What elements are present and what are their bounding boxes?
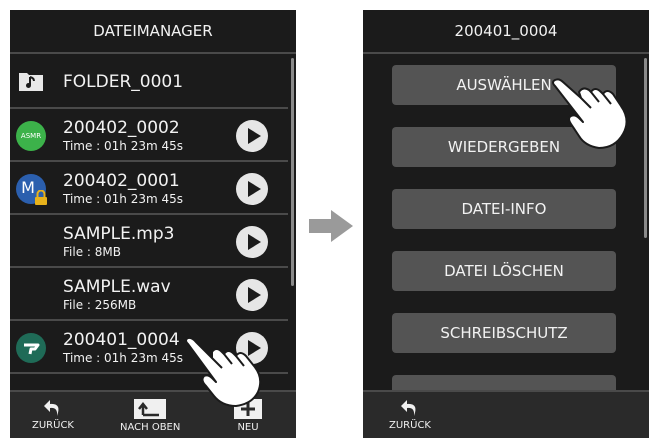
list-item-file[interactable]: SAMPLE.mp3 File : 8MB (10, 215, 288, 268)
page-title: DATEIMANAGER (10, 10, 296, 54)
file-name: SAMPLE.wav (63, 277, 171, 297)
arrow-right-icon (309, 208, 353, 249)
file-name: 200402_0002 (63, 118, 180, 138)
page-title: 200401_0004 (363, 10, 649, 54)
folder-up-icon (134, 399, 167, 419)
delete-file-button[interactable]: DATEI LÖSCHEN (392, 251, 616, 291)
m-badge-label: M (21, 177, 35, 197)
asmr-icon: ASMR (16, 121, 46, 151)
file-manager-screen: DATEIMANAGER FOLDER_0001 ASMR 200402_000… (10, 10, 296, 438)
file-menu-screen: 200401_0004 AUSWÄHLEN WIEDERGEBEN DATEI-… (363, 10, 649, 438)
lock-icon (34, 189, 48, 210)
list-item-file[interactable]: SAMPLE.wav File : 256MB (10, 268, 288, 321)
list-item-folder[interactable]: FOLDER_0001 (10, 56, 288, 109)
file-info-button[interactable]: DATEI-INFO (392, 189, 616, 229)
up-label: NACH OBEN (120, 422, 181, 433)
scrollbar[interactable] (291, 58, 294, 286)
new-label: NEU (237, 422, 259, 433)
file-size: File : 8MB (63, 245, 121, 259)
file-name: 200402_0001 (63, 171, 180, 191)
file-list: FOLDER_0001 ASMR 200402_0002 Time : 01h … (10, 56, 288, 374)
hand-pointer-icon (551, 78, 631, 157)
play-button[interactable] (236, 173, 268, 205)
play-button[interactable] (236, 226, 268, 258)
write-protect-button[interactable]: SCHREIBSCHUTZ (392, 313, 616, 353)
up-button[interactable]: NACH OBEN (120, 398, 180, 433)
scrollbar[interactable] (644, 58, 647, 238)
file-duration: Time : 01h 23m 45s (63, 139, 184, 153)
bottom-nav-bar: ZURÜCK (363, 390, 649, 438)
folder-music-icon (18, 70, 43, 94)
scene-icon (16, 333, 46, 363)
file-name: FOLDER_0001 (63, 72, 184, 92)
file-name: 200401_0004 (63, 330, 180, 350)
back-label: ZURÜCK (32, 420, 74, 431)
list-item-file[interactable]: M 200402_0001 Time : 01h 23m 45s (10, 162, 288, 215)
file-duration: Time : 01h 23m 45s (63, 192, 184, 206)
file-duration: Time : 01h 23m 45s (63, 351, 184, 365)
back-button[interactable]: ZURÜCK (389, 398, 431, 431)
back-arrow-icon (400, 400, 416, 416)
back-label: ZURÜCK (389, 420, 431, 431)
back-arrow-icon (43, 400, 59, 416)
back-button[interactable]: ZURÜCK (32, 398, 74, 431)
play-button[interactable] (236, 120, 268, 152)
play-button[interactable] (236, 279, 268, 311)
file-size: File : 256MB (63, 298, 137, 312)
file-name: SAMPLE.mp3 (63, 224, 175, 244)
list-item-file[interactable]: ASMR 200402_0002 Time : 01h 23m 45s (10, 109, 288, 162)
hand-pointer-icon (182, 336, 268, 413)
